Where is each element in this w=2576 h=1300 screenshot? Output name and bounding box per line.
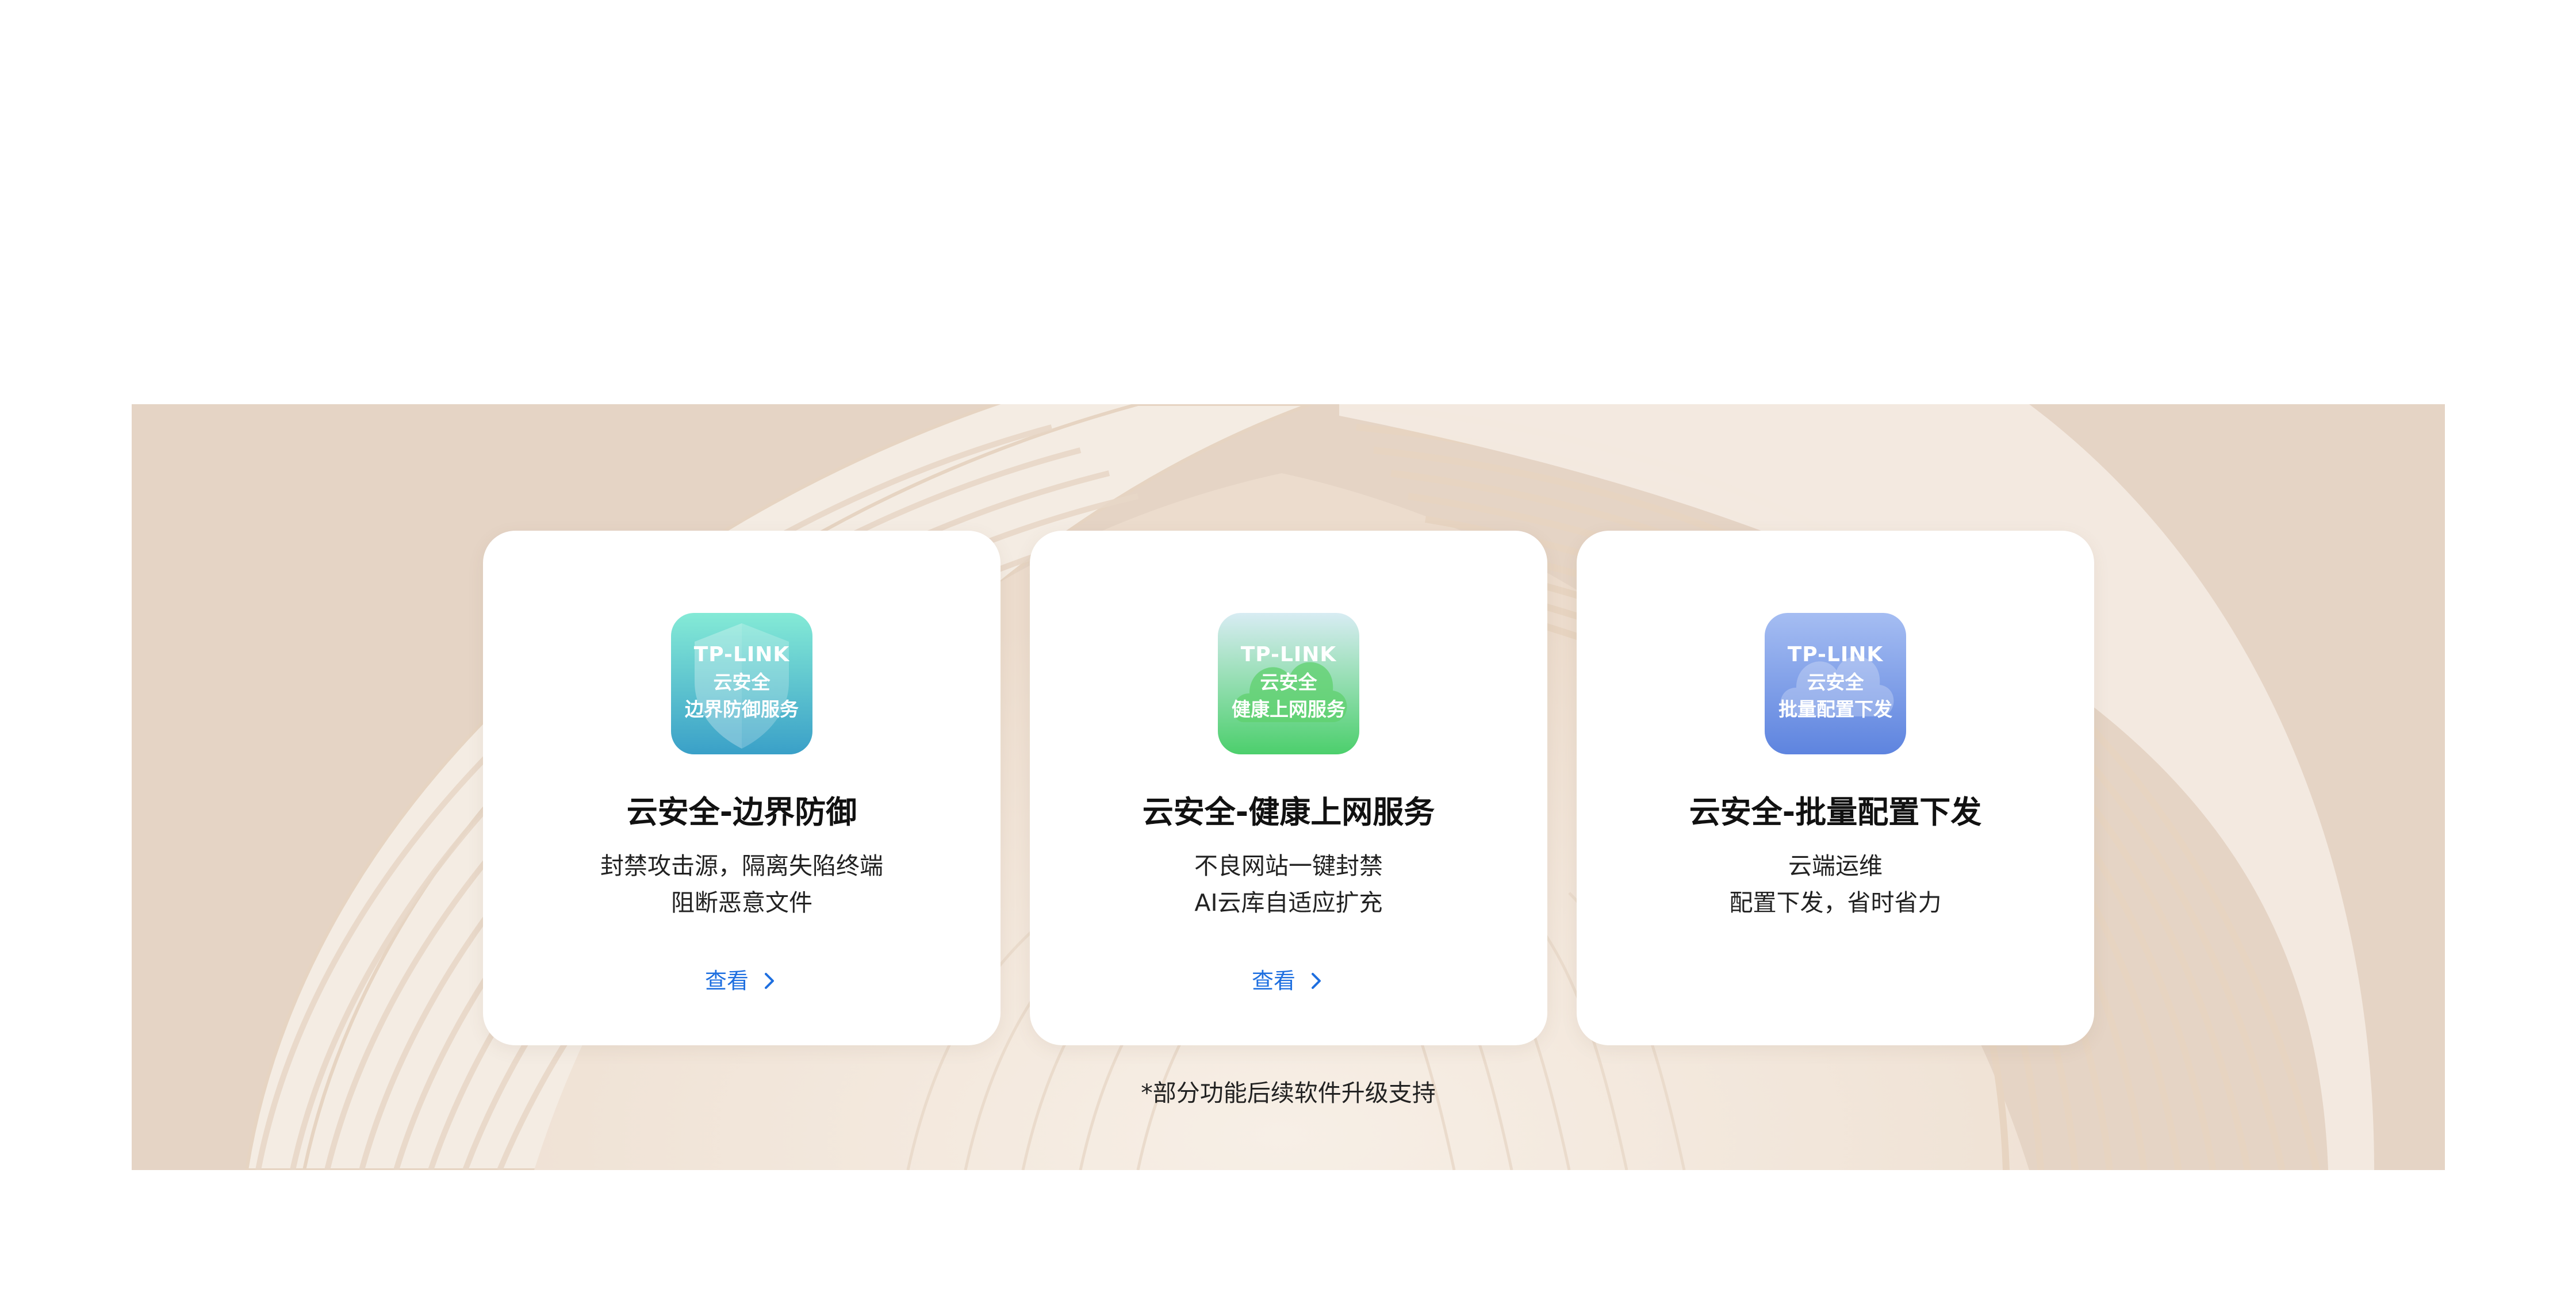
icon-brand-text: TP-LINK (693, 643, 790, 666)
card-desc-line2: 配置下发，省时省力 (1729, 889, 1942, 916)
app-icon-batch-config: TP-LINK 云安全 批量配置下发 (1765, 613, 1906, 754)
card-desc-line2: AI云库自适应扩充 (1194, 889, 1383, 916)
page: TP-LINK 云安全 边界防御服务 云安全-边界防御 封禁攻击源，隔离失陷终端… (0, 0, 2576, 1300)
icon-label-line1: 云安全 (713, 671, 770, 693)
card-healthy-browsing: TP-LINK 云安全 健康上网服务 云安全-健康上网服务 不良网站一键封禁 A… (1030, 531, 1547, 1045)
icon-label-line2: 健康上网服务 (1232, 698, 1346, 720)
icon-label-line2: 边界防御服务 (685, 698, 799, 720)
card-desc-line2: 阻断恶意文件 (671, 889, 812, 916)
chevron-right-icon (1312, 972, 1321, 989)
card-desc-line1: 不良网站一键封禁 (1194, 852, 1383, 880)
app-icon-healthy-browsing: TP-LINK 云安全 健康上网服务 (1218, 613, 1359, 754)
icon-label-line1: 云安全 (1260, 671, 1317, 693)
card-title: 云安全-健康上网服务 (1142, 794, 1435, 830)
card-title: 云安全-批量配置下发 (1689, 794, 1982, 830)
icon-brand-text: TP-LINK (1787, 643, 1884, 666)
view-link-label: 查看 (1251, 968, 1295, 994)
chevron-right-icon (765, 972, 775, 989)
card-desc-line1: 封禁攻击源，隔离失陷终端 (600, 852, 883, 880)
cloud-security-banner: TP-LINK 云安全 边界防御服务 云安全-边界防御 封禁攻击源，隔离失陷终端… (132, 404, 2445, 1170)
icon-label-line2: 批量配置下发 (1778, 698, 1892, 720)
icon-label-line1: 云安全 (1807, 671, 1864, 693)
icon-brand-text: TP-LINK (1240, 643, 1337, 666)
card-border-defense: TP-LINK 云安全 边界防御服务 云安全-边界防御 封禁攻击源，隔离失陷终端… (483, 531, 1000, 1045)
app-icon-border-defense: TP-LINK 云安全 边界防御服务 (671, 613, 812, 754)
view-link-label: 查看 (704, 968, 749, 994)
view-link-healthy-browsing[interactable]: 查看 (1030, 965, 1547, 995)
card-title: 云安全-边界防御 (626, 794, 857, 830)
footnote: *部分功能后续软件升级支持 (1141, 1079, 1436, 1107)
view-link-border-defense[interactable]: 查看 (483, 965, 1000, 995)
card-batch-config: TP-LINK 云安全 批量配置下发 云安全-批量配置下发 云端运维 配置下发，… (1577, 531, 2094, 1045)
card-desc-line1: 云端运维 (1788, 852, 1883, 880)
